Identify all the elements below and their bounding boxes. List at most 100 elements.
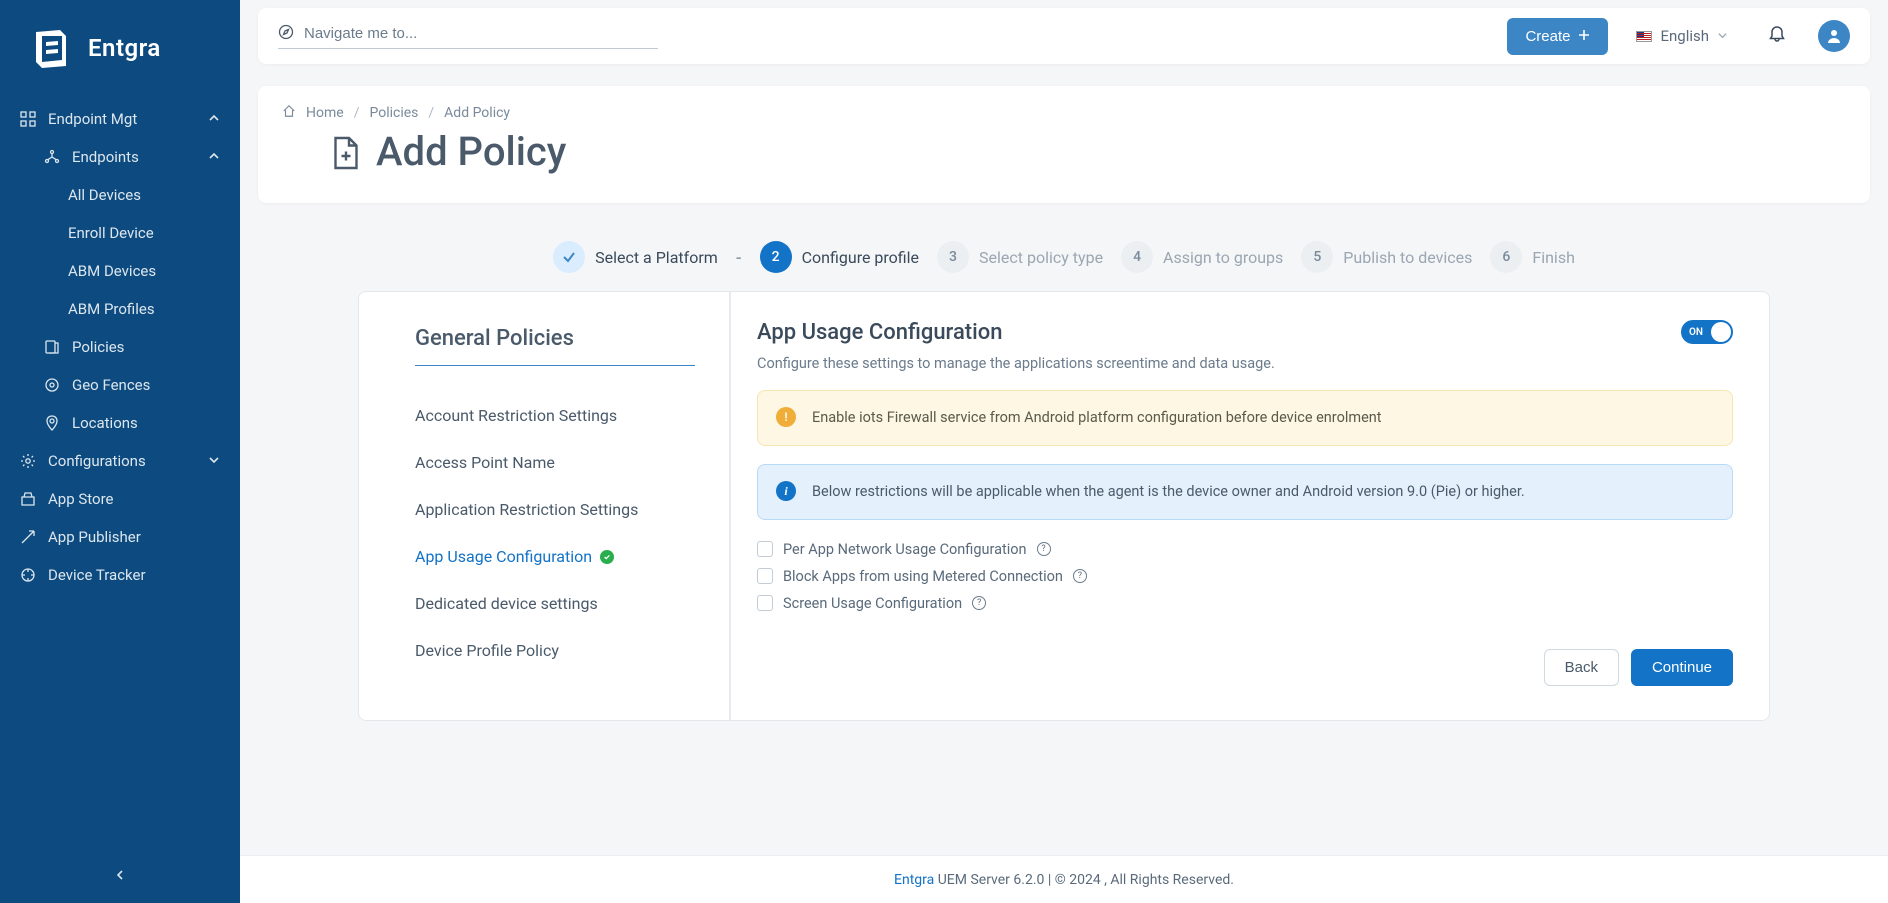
- help-icon[interactable]: ?: [972, 596, 986, 610]
- nav-label: Device Tracker: [48, 566, 146, 584]
- policy-item-dedicated-device[interactable]: Dedicated device settings: [415, 580, 689, 627]
- page-header: Home / Policies / Add Policy Add Policy: [258, 86, 1870, 203]
- check-label: Screen Usage Configuration: [783, 595, 962, 612]
- step-number: 5: [1301, 241, 1333, 273]
- breadcrumb-home[interactable]: Home: [306, 105, 344, 121]
- sidebar-collapse-button[interactable]: [0, 858, 240, 893]
- continue-button[interactable]: Continue: [1631, 649, 1733, 686]
- location-icon: [44, 415, 60, 431]
- nav-geo-fences[interactable]: Geo Fences: [20, 366, 240, 404]
- nav-label: Enroll Device: [68, 224, 154, 242]
- footer-brand-link[interactable]: Entgra: [894, 872, 934, 888]
- step-configure-profile[interactable]: 2 Configure profile: [760, 241, 919, 273]
- nav-all-devices[interactable]: All Devices: [20, 176, 240, 214]
- create-label: Create: [1525, 28, 1570, 45]
- footer-text: UEM Server 6.2.0 | © 2024 , All Rights R…: [934, 872, 1234, 888]
- brand-logo[interactable]: Entgra: [0, 0, 240, 100]
- brand-name: Entgra: [88, 34, 161, 62]
- help-icon[interactable]: ?: [1037, 542, 1051, 556]
- alert-info: i Below restrictions will be applicable …: [757, 464, 1733, 520]
- checkbox[interactable]: [757, 541, 773, 557]
- checkbox[interactable]: [757, 568, 773, 584]
- step-number: 4: [1121, 241, 1153, 273]
- check-screen-usage: Screen Usage Configuration ?: [757, 590, 1733, 617]
- config-title: App Usage Configuration: [757, 320, 1002, 345]
- sidebar: Entgra Endpoint Mgt Endpoints All Device…: [0, 0, 240, 903]
- nav-label: ABM Profiles: [68, 300, 155, 318]
- breadcrumb-policies[interactable]: Policies: [369, 105, 418, 121]
- nav-app-publisher[interactable]: App Publisher: [0, 518, 240, 556]
- check-label: Block Apps from using Metered Connection: [783, 568, 1063, 585]
- notifications-button[interactable]: [1768, 25, 1786, 47]
- user-avatar[interactable]: [1818, 20, 1850, 52]
- nav-label: App Store: [48, 490, 113, 508]
- nav-endpoint-mgt[interactable]: Endpoint Mgt: [0, 100, 240, 138]
- chevron-up-icon: [208, 148, 220, 166]
- step-select-platform[interactable]: Select a Platform: [553, 241, 718, 273]
- policy-item-account-restriction[interactable]: Account Restriction Settings: [415, 392, 689, 439]
- navigate-search[interactable]: [278, 24, 658, 49]
- language-selector[interactable]: English: [1636, 27, 1728, 45]
- nav-endpoints[interactable]: Endpoints: [20, 138, 240, 176]
- policy-config-panel: App Usage Configuration ON Configure the…: [729, 292, 1769, 720]
- nav-abm-devices[interactable]: ABM Devices: [20, 252, 240, 290]
- step-label: Finish: [1532, 248, 1575, 267]
- tree-icon: [44, 149, 60, 165]
- footer: Entgra UEM Server 6.2.0 | © 2024 , All R…: [240, 855, 1888, 903]
- check-per-app-network: Per App Network Usage Configuration ?: [757, 536, 1733, 563]
- step-label: Select a Platform: [595, 248, 718, 267]
- nav-configurations[interactable]: Configurations: [0, 442, 240, 480]
- config-enable-toggle[interactable]: ON: [1681, 320, 1733, 344]
- checkbox[interactable]: [757, 595, 773, 611]
- nav-app-store[interactable]: App Store: [0, 480, 240, 518]
- chevron-down-icon: [1717, 27, 1728, 45]
- breadcrumb: Home / Policies / Add Policy: [282, 104, 1846, 122]
- home-icon: [282, 104, 296, 122]
- check-label: Per App Network Usage Configuration: [783, 541, 1027, 558]
- step-label: Assign to groups: [1163, 248, 1283, 267]
- policy-item-label: App Usage Configuration: [415, 547, 592, 566]
- policy-item-device-profile[interactable]: Device Profile Policy: [415, 627, 689, 674]
- back-button[interactable]: Back: [1544, 649, 1619, 686]
- nav-abm-profiles[interactable]: ABM Profiles: [20, 290, 240, 328]
- geofence-icon: [44, 377, 60, 393]
- nav-label: Geo Fences: [72, 376, 150, 394]
- bell-icon: [1768, 25, 1786, 43]
- step-label: Publish to devices: [1343, 248, 1472, 267]
- step-assign-groups[interactable]: 4 Assign to groups: [1121, 241, 1283, 273]
- step-finish[interactable]: 6 Finish: [1490, 241, 1575, 273]
- step-publish-devices[interactable]: 5 Publish to devices: [1301, 241, 1472, 273]
- step-number: 6: [1490, 241, 1522, 273]
- logo-icon: [24, 22, 76, 74]
- step-number: 2: [760, 241, 792, 273]
- nav-device-tracker[interactable]: Device Tracker: [0, 556, 240, 594]
- step-select-policy-type[interactable]: 3 Select policy type: [937, 241, 1103, 273]
- create-button[interactable]: Create: [1507, 18, 1608, 55]
- check-icon: [553, 241, 585, 273]
- policy-item-app-usage[interactable]: App Usage Configuration: [415, 533, 689, 580]
- config-checkboxes: Per App Network Usage Configuration ? Bl…: [757, 536, 1733, 617]
- chevron-down-icon: [208, 452, 220, 470]
- breadcrumb-separator: /: [428, 105, 434, 121]
- policy-item-app-restriction[interactable]: Application Restriction Settings: [415, 486, 689, 533]
- warning-icon: !: [776, 407, 796, 427]
- nav-label: All Devices: [68, 186, 141, 204]
- policy-category-title: General Policies: [415, 326, 695, 366]
- nav-enroll-device[interactable]: Enroll Device: [20, 214, 240, 252]
- policy-category-list: General Policies Account Restriction Set…: [359, 292, 729, 720]
- navigate-input[interactable]: [304, 25, 658, 42]
- nav-label: Endpoints: [72, 148, 139, 166]
- policy-item-access-point[interactable]: Access Point Name: [415, 439, 689, 486]
- nav-label: Policies: [72, 338, 124, 356]
- toggle-label: ON: [1689, 327, 1703, 338]
- nav-policies[interactable]: Policies: [20, 328, 240, 366]
- step-label: Configure profile: [802, 248, 919, 267]
- step-label: Select policy type: [979, 248, 1103, 267]
- step-separator: -: [736, 248, 742, 267]
- alert-warning: ! Enable iots Firewall service from Andr…: [757, 390, 1733, 446]
- store-icon: [20, 491, 36, 507]
- nav-locations[interactable]: Locations: [20, 404, 240, 442]
- help-icon[interactable]: ?: [1073, 569, 1087, 583]
- breadcrumb-current: Add Policy: [444, 105, 510, 121]
- check-block-metered: Block Apps from using Metered Connection…: [757, 563, 1733, 590]
